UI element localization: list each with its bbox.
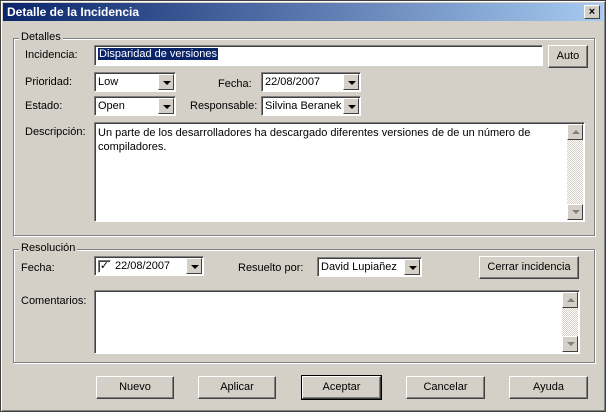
comentarios-label: Comentarios: [21, 295, 87, 307]
prioridad-label: Prioridad: [25, 76, 73, 88]
title-bar[interactable]: Detalle de la Incidencia × [3, 3, 603, 21]
chevron-down-icon[interactable] [186, 258, 202, 274]
scroll-down-icon[interactable] [567, 204, 583, 220]
cancelar-button[interactable]: Cancelar [406, 376, 485, 399]
dialog-window: Detalle de la Incidencia × Detalles Inci… [0, 0, 606, 412]
nuevo-button[interactable]: Nuevo [96, 376, 174, 399]
resolucion-legend: Resolución [19, 242, 78, 254]
estado-value: Open [98, 100, 125, 112]
resuelto-select[interactable]: David Lupiañez [317, 257, 422, 277]
window-title: Detalle de la Incidencia [7, 5, 140, 19]
detalles-legend: Detalles [19, 31, 63, 43]
chevron-down-icon[interactable] [404, 259, 420, 275]
chevron-down-icon[interactable] [343, 98, 359, 114]
chevron-down-icon[interactable] [158, 98, 174, 114]
auto-button[interactable]: Auto [548, 45, 588, 68]
responsable-select[interactable]: Silvina Beranek [261, 96, 361, 116]
resolucion-fecha-value: 22/08/2007 [115, 260, 171, 272]
fecha-select[interactable]: 22/08/2007 [261, 72, 361, 92]
close-button[interactable]: × [584, 5, 600, 19]
scroll-down-icon[interactable] [562, 336, 578, 352]
incidencia-label: Incidencia: [25, 49, 78, 61]
resolucion-fecha-picker[interactable]: ✓ 22/08/2007 [94, 256, 204, 276]
prioridad-select[interactable]: Low [94, 72, 176, 92]
estado-select[interactable]: Open [94, 96, 176, 116]
descripcion-label: Descripción: [25, 126, 86, 138]
fecha-checkbox[interactable]: ✓ [98, 260, 111, 273]
resuelto-value: David Lupiañez [321, 261, 397, 273]
incidencia-value: Disparidad de versiones [98, 48, 219, 60]
close-icon: × [588, 6, 596, 18]
descripcion-textarea[interactable]: Un parte de los desarrolladores ha desca… [94, 122, 585, 222]
prioridad-value: Low [98, 76, 119, 88]
aplicar-button[interactable]: Aplicar [198, 376, 276, 399]
comentarios-textarea[interactable] [94, 290, 580, 354]
responsable-value: Silvina Beranek [265, 100, 342, 112]
scroll-up-icon[interactable] [567, 124, 583, 140]
fecha-value: 22/08/2007 [265, 76, 321, 88]
chevron-down-icon[interactable] [343, 74, 359, 90]
scroll-up-icon[interactable] [562, 292, 578, 308]
ayuda-button[interactable]: Ayuda [509, 376, 588, 399]
estado-label: Estado: [25, 100, 63, 112]
incidencia-input[interactable]: Disparidad de versiones [94, 45, 543, 66]
descripcion-value: Un parte de los desarrolladores ha desca… [98, 127, 531, 153]
resolucion-fecha-label: Fecha: [21, 262, 55, 274]
comentarios-scrollbar[interactable] [562, 292, 578, 352]
descripcion-scrollbar[interactable] [567, 124, 583, 220]
chevron-down-icon[interactable] [158, 74, 174, 90]
fecha-label: Fecha: [218, 78, 252, 90]
resuelto-label: Resuelto por: [238, 262, 304, 274]
aceptar-button[interactable]: Aceptar [301, 375, 382, 400]
responsable-label: Responsable: [190, 100, 258, 112]
cerrar-incidencia-button[interactable]: Cerrar incidencia [479, 256, 579, 279]
